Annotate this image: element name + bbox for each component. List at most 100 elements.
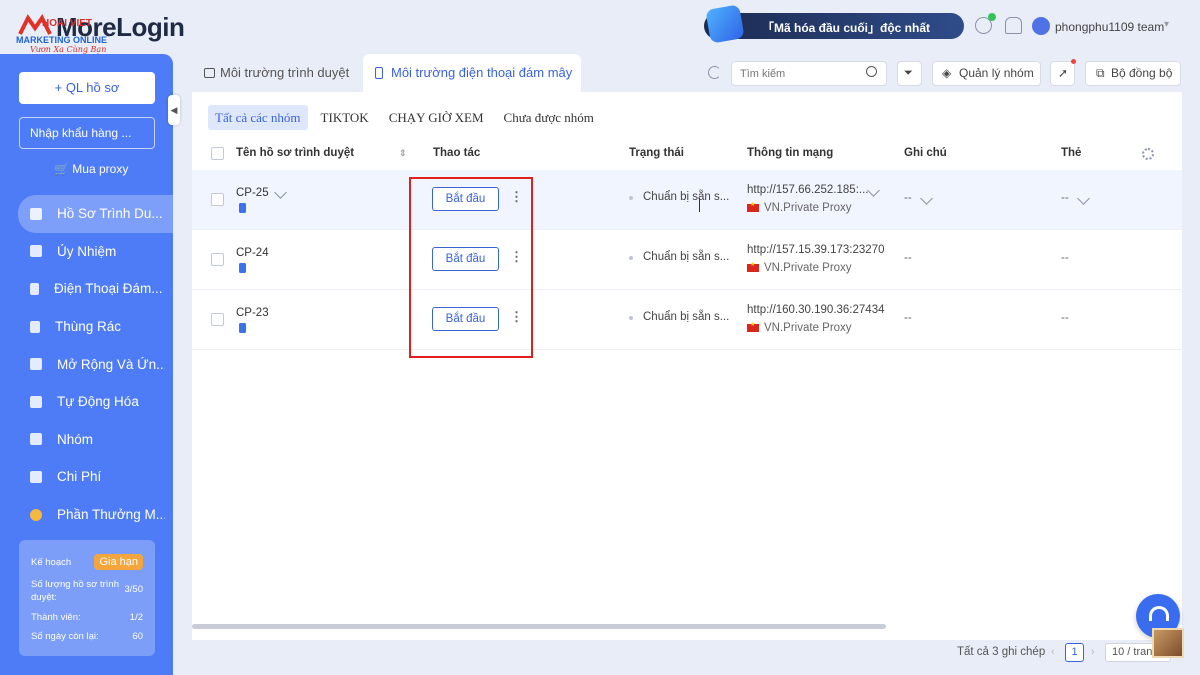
status-dot: [629, 196, 633, 200]
sidebar-item-trash[interactable]: Thùng Rác: [18, 308, 173, 346]
profile-name[interactable]: CP-23: [236, 307, 269, 319]
current-page[interactable]: 1: [1065, 643, 1084, 662]
status-text: Chuẩn bị sẵn s...: [643, 311, 730, 323]
table-row[interactable]: CP-23 Bắt đầu ⋮ Chuẩn bị sẵn s... http:/…: [192, 290, 1182, 350]
promo-text: 「Mã hóa đầu cuối」độc nhất: [762, 21, 931, 35]
text-cursor: [699, 198, 700, 212]
sync-label: Bộ đồng bộ: [1111, 66, 1173, 80]
horizontal-scrollbar[interactable]: [192, 624, 886, 629]
sidebar-item-costs[interactable]: Chi Phí: [18, 458, 173, 496]
import-button[interactable]: Nhập khẩu hàng ...: [19, 117, 155, 149]
days-label: Số ngày còn lại:: [31, 631, 99, 642]
plan-card: Kế hoạch Gia hạn Số lượng hồ sơ trình du…: [19, 540, 155, 656]
note-value: --: [904, 252, 912, 264]
table-row[interactable]: CP-24 Bắt đầu ⋮ Chuẩn bị sẵn s... http:/…: [192, 230, 1182, 290]
next-page-icon[interactable]: ›: [1091, 646, 1095, 658]
team-avatar[interactable]: [1032, 17, 1050, 35]
edit-proxy-icon[interactable]: [867, 184, 880, 197]
members-label: Thành viên:: [31, 612, 81, 623]
tag-value: --: [1061, 192, 1069, 204]
group-manage-button[interactable]: ◈ Quản lý nhóm: [932, 61, 1041, 86]
group-tab-tiktok[interactable]: TIKTOK: [314, 105, 376, 130]
profile-name[interactable]: CP-24: [236, 247, 269, 259]
sync-button[interactable]: ⧉ Bộ đồng bộ: [1085, 61, 1181, 86]
sidebar-item-rewards[interactable]: Phần Thưởng M...: [18, 496, 173, 534]
notification-dot: [1071, 59, 1076, 64]
edit-name-icon[interactable]: [274, 186, 287, 199]
chevron-down-icon[interactable]: ▾: [1164, 19, 1169, 30]
trash-icon: [30, 320, 40, 333]
prev-page-icon[interactable]: ‹: [1051, 646, 1055, 658]
profile-name[interactable]: CP-25: [236, 187, 269, 199]
browser-icon: [30, 207, 42, 220]
top-bar: MoreLogin HOAI VIET MARKETING ONLINE Vươ…: [0, 0, 1200, 54]
table-row[interactable]: CP-25 Bắt đầu ⋮ Chuẩn bị sẵn s... http:/…: [192, 170, 1182, 230]
tag-value: --: [1061, 312, 1069, 324]
gear-icon[interactable]: [1142, 148, 1154, 160]
wallet-icon: [30, 470, 42, 483]
sidebar-item-automation[interactable]: Tự Động Hóa: [18, 383, 173, 421]
filter-button[interactable]: ⏷: [897, 61, 922, 86]
plan-title: Kế hoạch: [31, 556, 72, 568]
puzzle-icon: [30, 358, 42, 371]
sort-icon[interactable]: ⇕: [399, 148, 407, 159]
bell-icon[interactable]: [1005, 17, 1022, 34]
action-column-highlight: [409, 177, 533, 358]
select-all-checkbox[interactable]: [211, 147, 224, 160]
sidebar: + QL hồ sơ Nhập khẩu hàng ... 🛒 Mua prox…: [0, 54, 173, 675]
note-value: --: [904, 192, 912, 204]
sidebar-item-extensions[interactable]: Mở Rộng Và Ứn...: [18, 345, 173, 383]
row-checkbox[interactable]: [211, 313, 224, 326]
sidebar-item-groups[interactable]: Nhóm: [18, 421, 173, 459]
group-manage-label: Quản lý nhóm: [959, 66, 1034, 80]
cart-icon: 🛒: [54, 162, 69, 176]
row-checkbox[interactable]: [211, 253, 224, 266]
buy-proxy-label: Mua proxy: [72, 162, 129, 176]
app-logo[interactable]: MoreLogin HOAI VIET MARKETING ONLINE Vươ…: [12, 8, 192, 54]
sidebar-item-browser-profiles[interactable]: Hồ Sơ Trình Du...: [18, 195, 173, 233]
proxy-address: http://160.30.190.36:27434: [747, 304, 885, 316]
header-tag: Thẻ: [1061, 147, 1082, 159]
copy-icon: ⧉: [1096, 66, 1105, 80]
team-name[interactable]: phongphu1109 team: [1055, 20, 1164, 34]
proxy-name: VN.Private Proxy: [764, 262, 852, 274]
table-header: Tên hồ sơ trình duyệt ⇕ Thao tác Trạng t…: [192, 138, 1182, 170]
refresh-icon[interactable]: [708, 66, 721, 79]
phone-outline-icon: [375, 67, 383, 79]
edit-tag-icon[interactable]: [1077, 192, 1090, 205]
search-icon[interactable]: [866, 66, 877, 77]
status-dot: [629, 256, 633, 260]
header-network: Thông tin mạng: [747, 147, 834, 159]
watermark-overlay: HOAI VIET: [42, 18, 93, 29]
sidebar-item-cloud-phone[interactable]: Điện Thoại Đám...: [18, 270, 173, 308]
group-tab-chay-gio-xem[interactable]: CHẠY GIỜ XEM: [382, 105, 491, 130]
edit-note-icon[interactable]: [920, 192, 933, 205]
layers-icon: ◈: [942, 66, 952, 80]
promo-banner[interactable]: 「Mã hóa đầu cuối」độc nhất: [704, 4, 964, 44]
renew-button[interactable]: Gia hạn: [94, 554, 143, 570]
collapse-sidebar-button[interactable]: ◀: [168, 95, 180, 125]
tab-cloud-phone-env-label: Môi trường điện thoại đám mây: [391, 65, 573, 80]
vietnam-flag-icon: [747, 201, 759, 212]
group-tab-all[interactable]: Tất cả các nhóm: [208, 105, 308, 130]
days-value: 60: [132, 631, 143, 642]
group-tab-ungrouped[interactable]: Chưa được nhóm: [497, 105, 601, 130]
watermark-line2: Vươn Xa Cùng Bạn: [30, 45, 107, 54]
tab-browser-env[interactable]: Môi trường trình duyệt: [192, 54, 358, 92]
group-filter-tabs: Tất cả các nhóm TIKTOK CHẠY GIỜ XEM Chưa…: [208, 105, 601, 130]
row-checkbox[interactable]: [211, 193, 224, 206]
proxy-name: VN.Private Proxy: [764, 322, 852, 334]
coin-icon: [30, 508, 42, 521]
header-name[interactable]: Tên hồ sơ trình duyệt: [236, 147, 354, 159]
add-profile-button[interactable]: + QL hồ sơ: [19, 72, 155, 104]
buy-proxy-link[interactable]: 🛒 Mua proxy: [54, 162, 128, 176]
profiles-panel: Tất cả các nhóm TIKTOK CHẠY GIỜ XEM Chưa…: [192, 92, 1182, 640]
phone-icon: [239, 203, 246, 213]
rocket-button[interactable]: ➚: [1050, 59, 1076, 86]
tab-cloud-phone-env[interactable]: Môi trường điện thoại đám mây: [363, 54, 581, 92]
sidebar-item-delegation[interactable]: Ủy Nhiệm: [18, 233, 173, 271]
proxy-name: VN.Private Proxy: [764, 202, 852, 214]
search-input[interactable]: [731, 61, 887, 86]
vietnam-flag-icon: [747, 321, 759, 332]
robot-icon: [30, 395, 42, 408]
